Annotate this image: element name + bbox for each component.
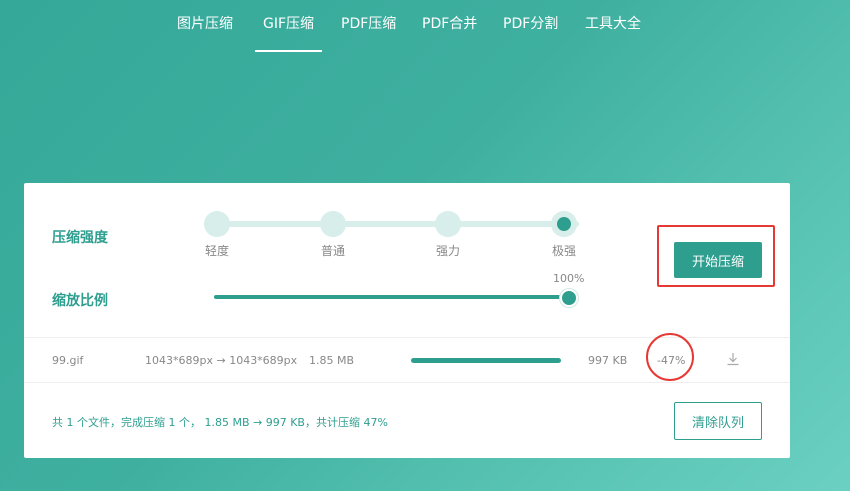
- highlight-box: [657, 225, 775, 287]
- scale-slider-handle[interactable]: [560, 289, 578, 307]
- nav-tools[interactable]: 工具大全: [585, 13, 641, 53]
- level-light-dot[interactable]: [204, 211, 230, 237]
- strength-track: [217, 221, 579, 227]
- file-original-size: 1.85 MB: [309, 354, 355, 367]
- nav-pdf-merge[interactable]: PDF合并: [422, 13, 477, 53]
- scale-slider-track[interactable]: [214, 295, 568, 299]
- file-progress-bar: [411, 358, 561, 363]
- top-nav: 图片压缩 GIF压缩 PDF压缩 PDF合并 PDF分割 工具大全: [0, 0, 850, 52]
- scale-label: 缩放比例: [52, 293, 108, 309]
- compress-panel: 压缩强度 轻度 普通 强力 极强 缩放比例 100% 开始压缩 99.gif 1…: [24, 183, 790, 458]
- download-icon[interactable]: [726, 352, 740, 366]
- level-light-label: 轻度: [204, 244, 229, 258]
- summary-text: 共 1 个文件，完成压缩 1 个， 1.85 MB → 997 KB，共计压缩 …: [52, 416, 388, 429]
- nav-image-compress[interactable]: 图片压缩: [177, 13, 233, 53]
- nav-pdf-compress[interactable]: PDF压缩: [341, 13, 396, 53]
- strength-label: 压缩强度: [52, 230, 108, 246]
- highlight-circle: [646, 333, 694, 381]
- scale-value: 100%: [553, 272, 585, 285]
- level-extreme-label: 极强: [551, 244, 576, 258]
- file-dimensions: 1043*689px → 1043*689px: [145, 354, 298, 367]
- level-normal-dot[interactable]: [320, 211, 346, 237]
- level-extreme-dot[interactable]: [551, 211, 577, 237]
- divider: [24, 382, 790, 383]
- file-name: 99.gif: [52, 354, 84, 367]
- level-normal-label: 普通: [320, 244, 345, 258]
- nav-pdf-split[interactable]: PDF分割: [503, 13, 558, 53]
- level-strong-dot[interactable]: [435, 211, 461, 237]
- level-strong-label: 强力: [435, 244, 460, 258]
- nav-gif-compress[interactable]: GIF压缩: [254, 13, 323, 53]
- file-new-size: 997 KB: [588, 354, 628, 367]
- clear-queue-button[interactable]: 清除队列: [674, 402, 762, 440]
